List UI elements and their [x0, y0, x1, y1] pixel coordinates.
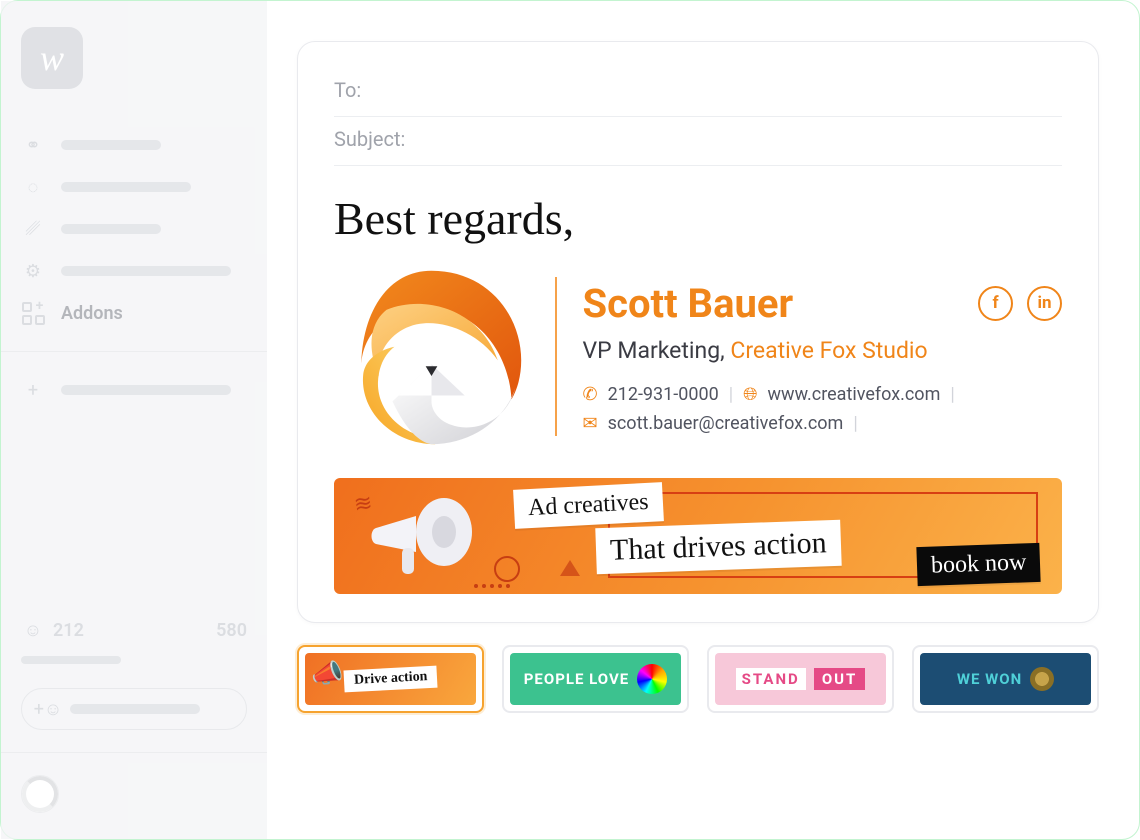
signature-company: Creative Fox Studio	[730, 337, 927, 364]
banner-cta[interactable]: book now	[916, 543, 1041, 586]
medal-icon	[1030, 667, 1054, 691]
signature-block: Scott Bauer f in VP Marketing, Creative …	[334, 259, 1062, 454]
thumb-people-love[interactable]: PEOPLE LOVE	[502, 645, 689, 713]
banner-line1: Ad creatives	[513, 482, 663, 529]
nav-item-design[interactable]: ◌	[21, 171, 247, 203]
email-preview-card: To: Subject: Best regards,	[297, 41, 1099, 623]
signature-contacts: ✆ 212-931-0000 | 🌐︎ www.creativefox.com …	[583, 384, 1063, 434]
plus-icon: +	[21, 378, 45, 402]
facebook-icon[interactable]: f	[978, 286, 1013, 321]
signature-title: VP Marketing, Creative Fox Studio	[583, 337, 1063, 364]
to-field[interactable]: To:	[334, 68, 1062, 117]
add-user-icon: +☺	[36, 697, 60, 721]
signature-name: Scott Bauer	[583, 280, 965, 327]
website-chip[interactable]: 🌐︎ www.creativefox.com	[743, 384, 940, 405]
mail-icon: ✉	[583, 413, 598, 434]
phone-chip[interactable]: ✆ 212-931-0000	[583, 384, 719, 405]
phone-icon: ✆	[583, 384, 598, 405]
thumb-stand-out[interactable]: STAND OUT	[707, 645, 894, 713]
banner-thumbnails: 📣 Drive action PEOPLE LOVE STAND OUT WE …	[297, 645, 1099, 713]
nav-item-team[interactable]: ⚭	[21, 129, 247, 161]
main-area: To: Subject: Best regards,	[267, 1, 1139, 839]
megaphone-mini-icon: 📣	[311, 659, 343, 689]
banner-line2: That drives action	[595, 520, 841, 575]
sidebar-stats: ☺ 212 580	[21, 618, 247, 642]
nav-item-analytics[interactable]: ␥	[21, 213, 247, 245]
globe-icon: 🌐︎	[743, 384, 757, 405]
bars-icon: ␥	[21, 217, 45, 241]
company-logo	[334, 259, 529, 454]
add-member-pill[interactable]: +☺	[21, 688, 247, 730]
user-icon: ☺	[21, 618, 45, 642]
app-logo[interactable]: w	[21, 27, 83, 89]
current-user-avatar[interactable]	[21, 775, 59, 813]
subject-field[interactable]: Subject:	[334, 117, 1062, 166]
email-chip[interactable]: ✉ scott.bauer@creativefox.com	[583, 413, 844, 434]
thumb-we-won[interactable]: WE WON	[912, 645, 1099, 713]
nav-item-new[interactable]: +	[21, 374, 247, 406]
color-wheel-icon	[637, 664, 667, 694]
nav-label-addons: Addons	[61, 303, 123, 324]
linkedin-icon[interactable]: in	[1027, 286, 1062, 321]
circle-decor-icon	[494, 556, 520, 582]
addons-icon: +	[21, 301, 45, 325]
megaphone-icon	[358, 486, 478, 586]
triangle-decor-icon	[560, 560, 580, 576]
thumb-drive-action[interactable]: 📣 Drive action	[297, 645, 484, 713]
nav-item-addons[interactable]: + Addons	[21, 297, 247, 329]
gear-icon: ⚙	[21, 259, 45, 283]
droplet-icon: ◌	[21, 175, 45, 199]
promo-banner[interactable]: ≋ Ad creatives That drives action book n…	[334, 478, 1062, 594]
signoff-text: Best regards,	[334, 192, 1062, 245]
nav-item-settings[interactable]: ⚙	[21, 255, 247, 287]
sidebar: w ⚭ ◌ ␥ ⚙ + Addons + ☺	[1, 1, 267, 839]
people-icon: ⚭	[21, 133, 45, 157]
vertical-divider	[555, 277, 557, 436]
